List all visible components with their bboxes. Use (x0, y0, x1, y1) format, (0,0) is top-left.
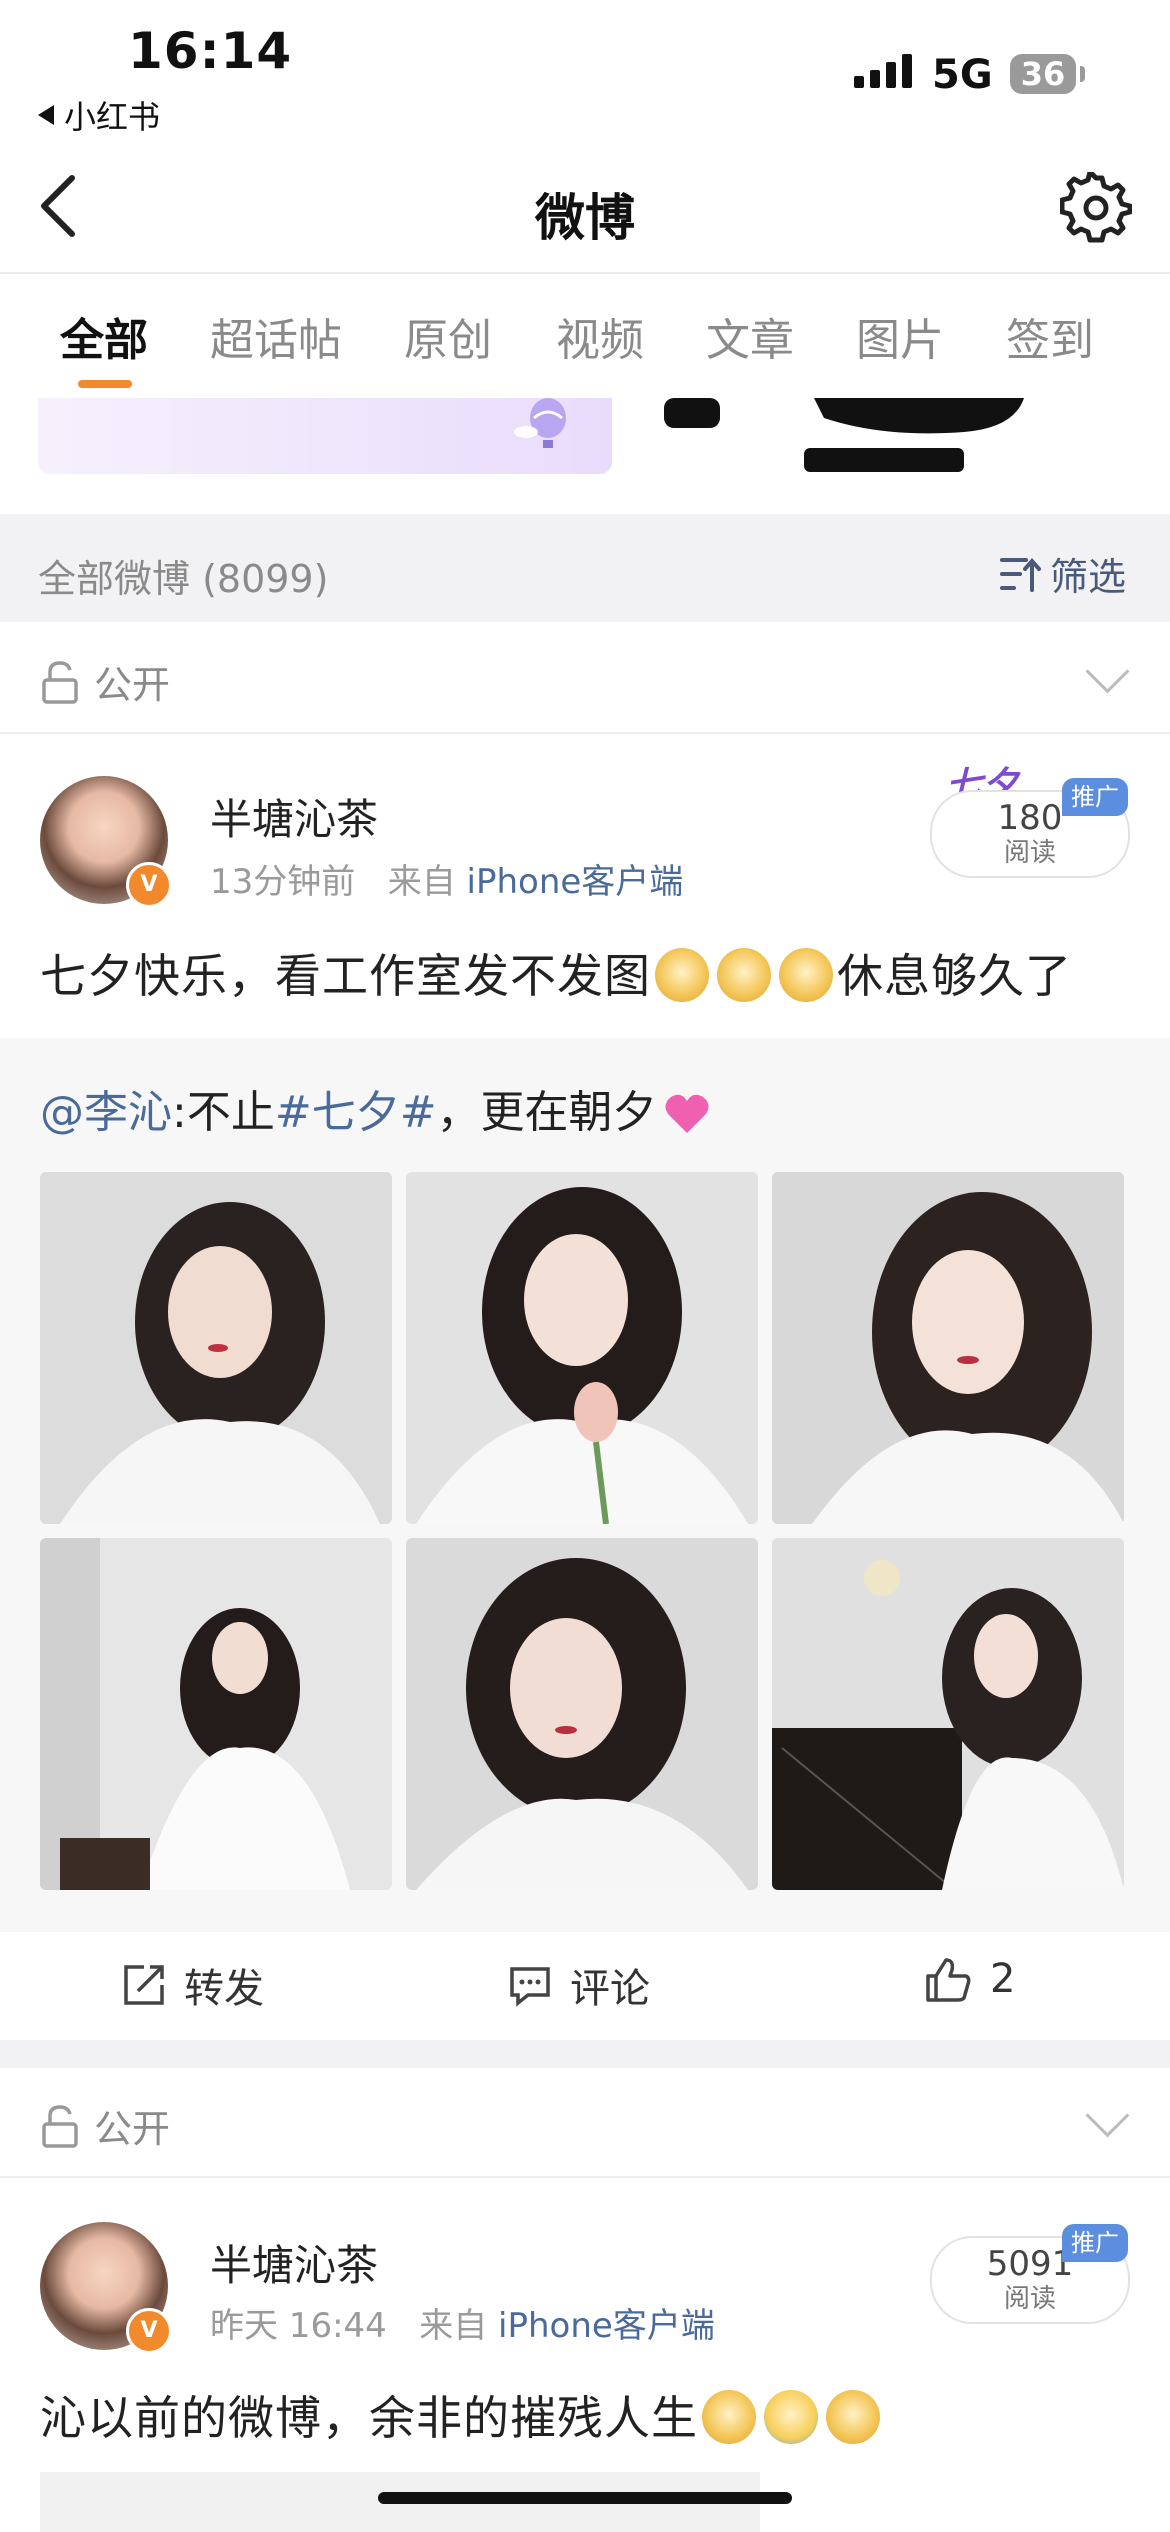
repost-icon (124, 1965, 164, 2005)
status-time: 16:14 (128, 22, 293, 80)
battery-icon: 36 (1010, 54, 1076, 94)
post-text-main: 沁以前的微博，余非的摧残人生 (40, 2391, 698, 2445)
tab-article[interactable]: 文章 (706, 304, 794, 368)
pleading-emoji-icon (702, 2390, 756, 2444)
all-weibo-count: 全部微博 (8099) (38, 557, 329, 601)
active-tab-indicator (78, 380, 132, 388)
tab-checkin[interactable]: 签到 (1006, 304, 1094, 368)
gear-icon (1059, 169, 1133, 243)
read-label: 阅读 (1003, 2284, 1056, 2314)
lock-open-icon (42, 2104, 78, 2148)
tab-original[interactable]: 原创 (404, 304, 492, 368)
topic-link[interactable]: #七夕# (275, 1087, 437, 1138)
battery-tip (1080, 66, 1085, 82)
tab-images[interactable]: 图片 (856, 304, 944, 368)
back-app-label: 小红书 (64, 98, 161, 136)
post-source[interactable]: iPhone客户端 (498, 2306, 715, 2346)
post-meta: 昨天 16:44 来自 iPhone客户端 (210, 2298, 715, 2347)
divider (0, 732, 1170, 734)
doge-emoji-icon (779, 948, 833, 1002)
back-triangle-icon (38, 105, 54, 125)
visibility-label-group: 公开 (40, 654, 170, 709)
filter-button[interactable]: 筛选 (998, 546, 1126, 601)
promo-tag: 推广 (1062, 778, 1128, 816)
image-thumbnail[interactable] (772, 1538, 1124, 1890)
verified-badge-icon: V (126, 862, 172, 908)
settings-button[interactable] (1059, 169, 1133, 244)
source-prefix: 来自 (419, 2306, 488, 2346)
pink-heart-icon (665, 1094, 709, 1133)
doge-emoji-icon (717, 948, 771, 1002)
repost-text: @李沁:不止#七夕#，更在朝夕 (40, 1076, 711, 1140)
verified-badge-icon: V (126, 2308, 172, 2354)
image-thumbnail[interactable] (772, 1172, 1124, 1524)
post-text: 沁以前的微博，余非的摧残人生 (40, 2382, 884, 2448)
visibility-row[interactable] (0, 624, 1170, 730)
network-type: 5G (932, 52, 993, 98)
source-prefix: 来自 (387, 862, 456, 902)
like-count: 2 (990, 1956, 1016, 2002)
repost-rest: ，更在朝夕 (436, 1087, 657, 1138)
promo-tag: 推广 (1062, 2224, 1128, 2262)
tab-super-topic[interactable]: 超话帖 (210, 304, 342, 368)
image-thumbnail[interactable] (40, 1172, 392, 1524)
repost-sep: :不止 (172, 1087, 275, 1138)
image-thumbnail[interactable] (406, 1538, 758, 1890)
mention-link[interactable]: @李沁 (40, 1087, 172, 1138)
like-button[interactable]: 2 (924, 1956, 1015, 2002)
post-meta: 13分钟前 来自 iPhone客户端 (210, 854, 683, 903)
comment-icon (510, 1967, 550, 2007)
username[interactable]: 半塘沁茶 (210, 2232, 378, 2293)
visibility-text: 公开 (94, 663, 171, 707)
post-text-main: 七夕快乐，看工作室发不发图 (40, 949, 651, 1003)
divider (0, 2176, 1170, 2178)
signal-icon (854, 54, 912, 88)
post-text-tail: 休息够久了 (837, 949, 1072, 1003)
comment-label: 评论 (570, 1966, 650, 2012)
tab-video[interactable]: 视频 (556, 304, 644, 368)
repost-label: 转发 (184, 1966, 264, 2012)
post-time: 昨天 16:44 (210, 2306, 387, 2346)
filter-icon (1000, 557, 1041, 592)
image-thumbnail[interactable] (406, 1172, 758, 1524)
back-to-app-link[interactable]: 小红书 (38, 92, 160, 138)
post-text: 七夕快乐，看工作室发不发图 休息够久了 (40, 940, 1072, 1006)
post-source[interactable]: iPhone客户端 (467, 862, 684, 902)
read-label: 阅读 (1003, 838, 1056, 868)
image-thumbnail[interactable] (40, 1538, 392, 1890)
home-indicator[interactable] (378, 2492, 792, 2504)
thumbs-up-icon (926, 1958, 971, 2002)
username[interactable]: 半塘沁茶 (210, 786, 378, 847)
lock-open-icon (42, 660, 78, 704)
repost-button[interactable]: 转发 (122, 1956, 264, 2014)
post-separator (0, 2040, 1170, 2068)
filter-label: 筛选 (1050, 555, 1127, 599)
doge-emoji-icon (655, 948, 709, 1002)
comment-button[interactable]: 评论 (508, 1956, 650, 2014)
hot-air-balloon-icon (514, 398, 566, 448)
post-time: 13分钟前 (210, 862, 356, 902)
page-title: 微博 (535, 189, 635, 247)
nav-divider (0, 272, 1170, 274)
visibility-row[interactable] (0, 2072, 1170, 2178)
crying-emoji-icon (764, 2390, 818, 2444)
pleading-emoji-icon (826, 2390, 880, 2444)
banner-graphic (664, 398, 1024, 472)
visibility-label-group: 公开 (40, 2098, 170, 2153)
visibility-text: 公开 (94, 2107, 171, 2151)
tab-all[interactable]: 全部 (60, 304, 148, 368)
